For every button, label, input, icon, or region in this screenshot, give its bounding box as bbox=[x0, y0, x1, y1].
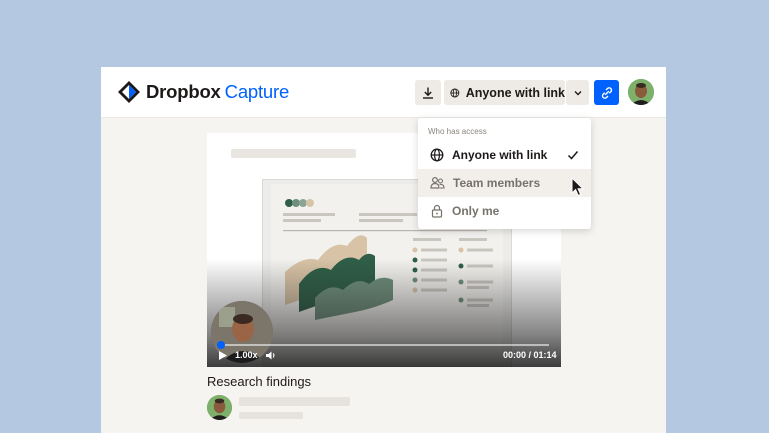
video-time: 00:00 / 01:14 bbox=[503, 350, 557, 360]
access-option-anyone-with-link[interactable]: Anyone with link bbox=[418, 141, 591, 169]
lock-icon bbox=[431, 204, 443, 218]
product-name: Capture bbox=[224, 81, 290, 102]
brand-name: Dropbox bbox=[146, 81, 221, 102]
download-button[interactable] bbox=[415, 80, 441, 105]
download-icon bbox=[423, 87, 433, 99]
play-icon bbox=[219, 351, 227, 360]
top-bar: Dropbox Capture Anyone with link bbox=[101, 67, 666, 118]
placeholder-line bbox=[231, 149, 356, 158]
video-scrubber-handle[interactable] bbox=[217, 341, 225, 349]
dropbox-capture-logo[interactable]: Dropbox Capture bbox=[118, 80, 289, 104]
access-option-label: Only me bbox=[452, 204, 500, 218]
access-option-label: Anyone with link bbox=[452, 148, 548, 162]
video-title[interactable]: Research findings bbox=[207, 374, 311, 389]
globe-icon bbox=[430, 148, 444, 162]
access-menu-header: Who has access bbox=[428, 127, 487, 136]
capture-window: Dropbox Capture Anyone with link 1.00x 0… bbox=[101, 67, 666, 433]
dropbox-logo-icon bbox=[118, 81, 140, 103]
share-access-button[interactable]: Anyone with link bbox=[444, 80, 565, 105]
user-avatar[interactable] bbox=[628, 79, 654, 105]
copy-link-button[interactable] bbox=[594, 80, 619, 105]
user-photo bbox=[628, 79, 654, 105]
access-dropdown-toggle[interactable] bbox=[566, 80, 589, 105]
owner-photo bbox=[207, 395, 232, 420]
share-access-label: Anyone with link bbox=[465, 85, 565, 100]
playback-speed[interactable]: 1.00x bbox=[235, 350, 258, 360]
access-option-only-me[interactable]: Only me bbox=[418, 197, 591, 225]
check-icon bbox=[567, 151, 579, 160]
owner-avatar[interactable] bbox=[207, 395, 232, 420]
volume-button[interactable] bbox=[266, 351, 277, 362]
access-option-label: Team members bbox=[453, 176, 541, 190]
link-icon bbox=[601, 86, 612, 99]
globe-icon bbox=[450, 88, 460, 97]
volume-icon bbox=[266, 351, 275, 360]
access-dropdown-menu: Who has access Anyone with link Team mem… bbox=[418, 118, 591, 229]
placeholder-owner-name bbox=[239, 397, 350, 406]
chevron-down-icon bbox=[574, 90, 581, 95]
mouse-cursor-icon bbox=[571, 177, 585, 197]
play-button[interactable] bbox=[219, 351, 227, 362]
placeholder-owner-meta bbox=[239, 412, 303, 419]
team-icon bbox=[430, 176, 445, 189]
video-progress-bar[interactable] bbox=[219, 344, 549, 346]
access-option-team-members[interactable]: Team members bbox=[418, 169, 591, 197]
